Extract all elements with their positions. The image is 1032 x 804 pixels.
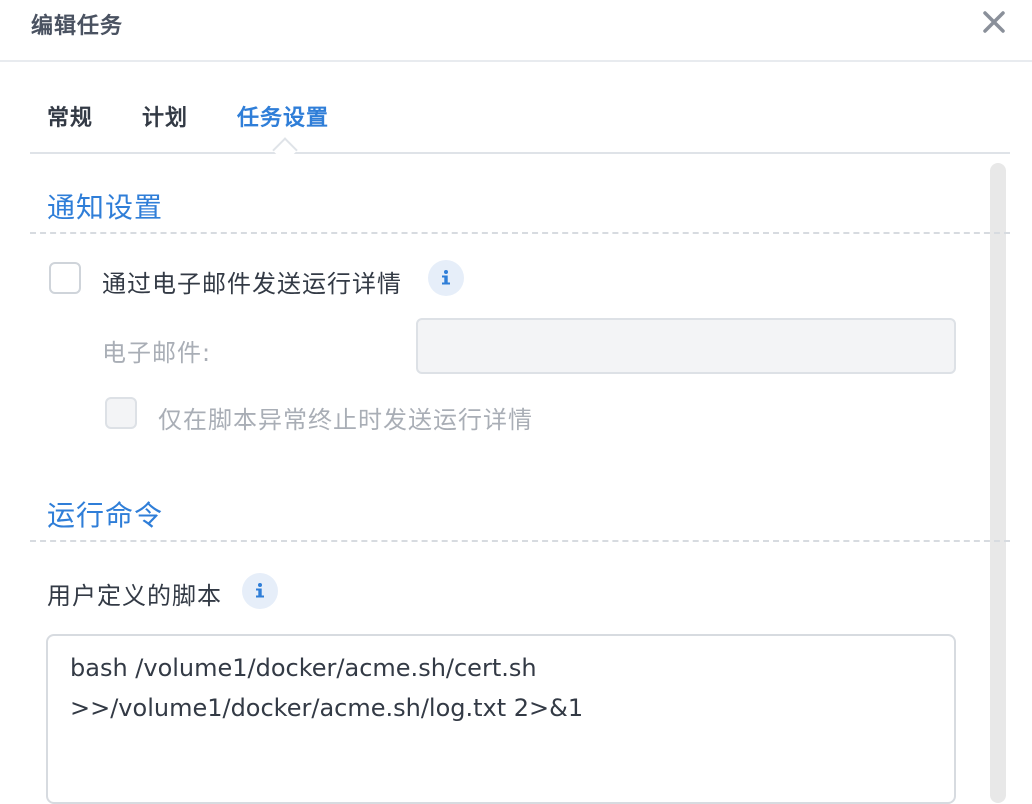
only-on-error-checkbox[interactable]: [105, 397, 137, 429]
section-divider: [30, 232, 1010, 234]
scrollbar[interactable]: [990, 163, 1006, 803]
email-input[interactable]: [416, 318, 956, 374]
script-line: >>/volume1/docker/acme.sh/log.txt 2>&1: [70, 694, 584, 722]
section-title-notification: 通知设置: [47, 191, 164, 224]
close-icon: [983, 11, 1005, 33]
tab-divider: [30, 152, 1010, 154]
email-label: 电子邮件:: [102, 339, 212, 367]
script-label: 用户定义的脚本: [47, 582, 222, 610]
tab-bar: 常规 计划 任务设置: [30, 100, 1010, 154]
dialog-title: 编辑任务: [31, 14, 124, 39]
section-title-run-command: 运行命令: [47, 499, 164, 532]
info-icon[interactable]: [428, 260, 464, 296]
info-glyph-icon: [256, 583, 264, 598]
section-divider: [30, 540, 1010, 542]
info-icon[interactable]: [242, 573, 278, 609]
script-textarea[interactable]: bash /volume1/docker/acme.sh/cert.sh >>/…: [46, 634, 956, 804]
script-line: bash /volume1/docker/acme.sh/cert.sh: [70, 654, 537, 682]
tab-task-settings[interactable]: 任务设置: [237, 100, 329, 132]
send-email-checkbox[interactable]: [49, 262, 81, 294]
close-button[interactable]: [978, 6, 1010, 38]
info-glyph-icon: [442, 270, 450, 285]
send-email-label: 通过电子邮件发送运行详情: [102, 270, 402, 298]
tab-schedule[interactable]: 计划: [142, 100, 188, 132]
dialog-header: 编辑任务: [0, 0, 1032, 62]
tab-general[interactable]: 常规: [47, 100, 93, 132]
only-on-error-label: 仅在脚本异常终止时发送运行详情: [158, 406, 533, 434]
